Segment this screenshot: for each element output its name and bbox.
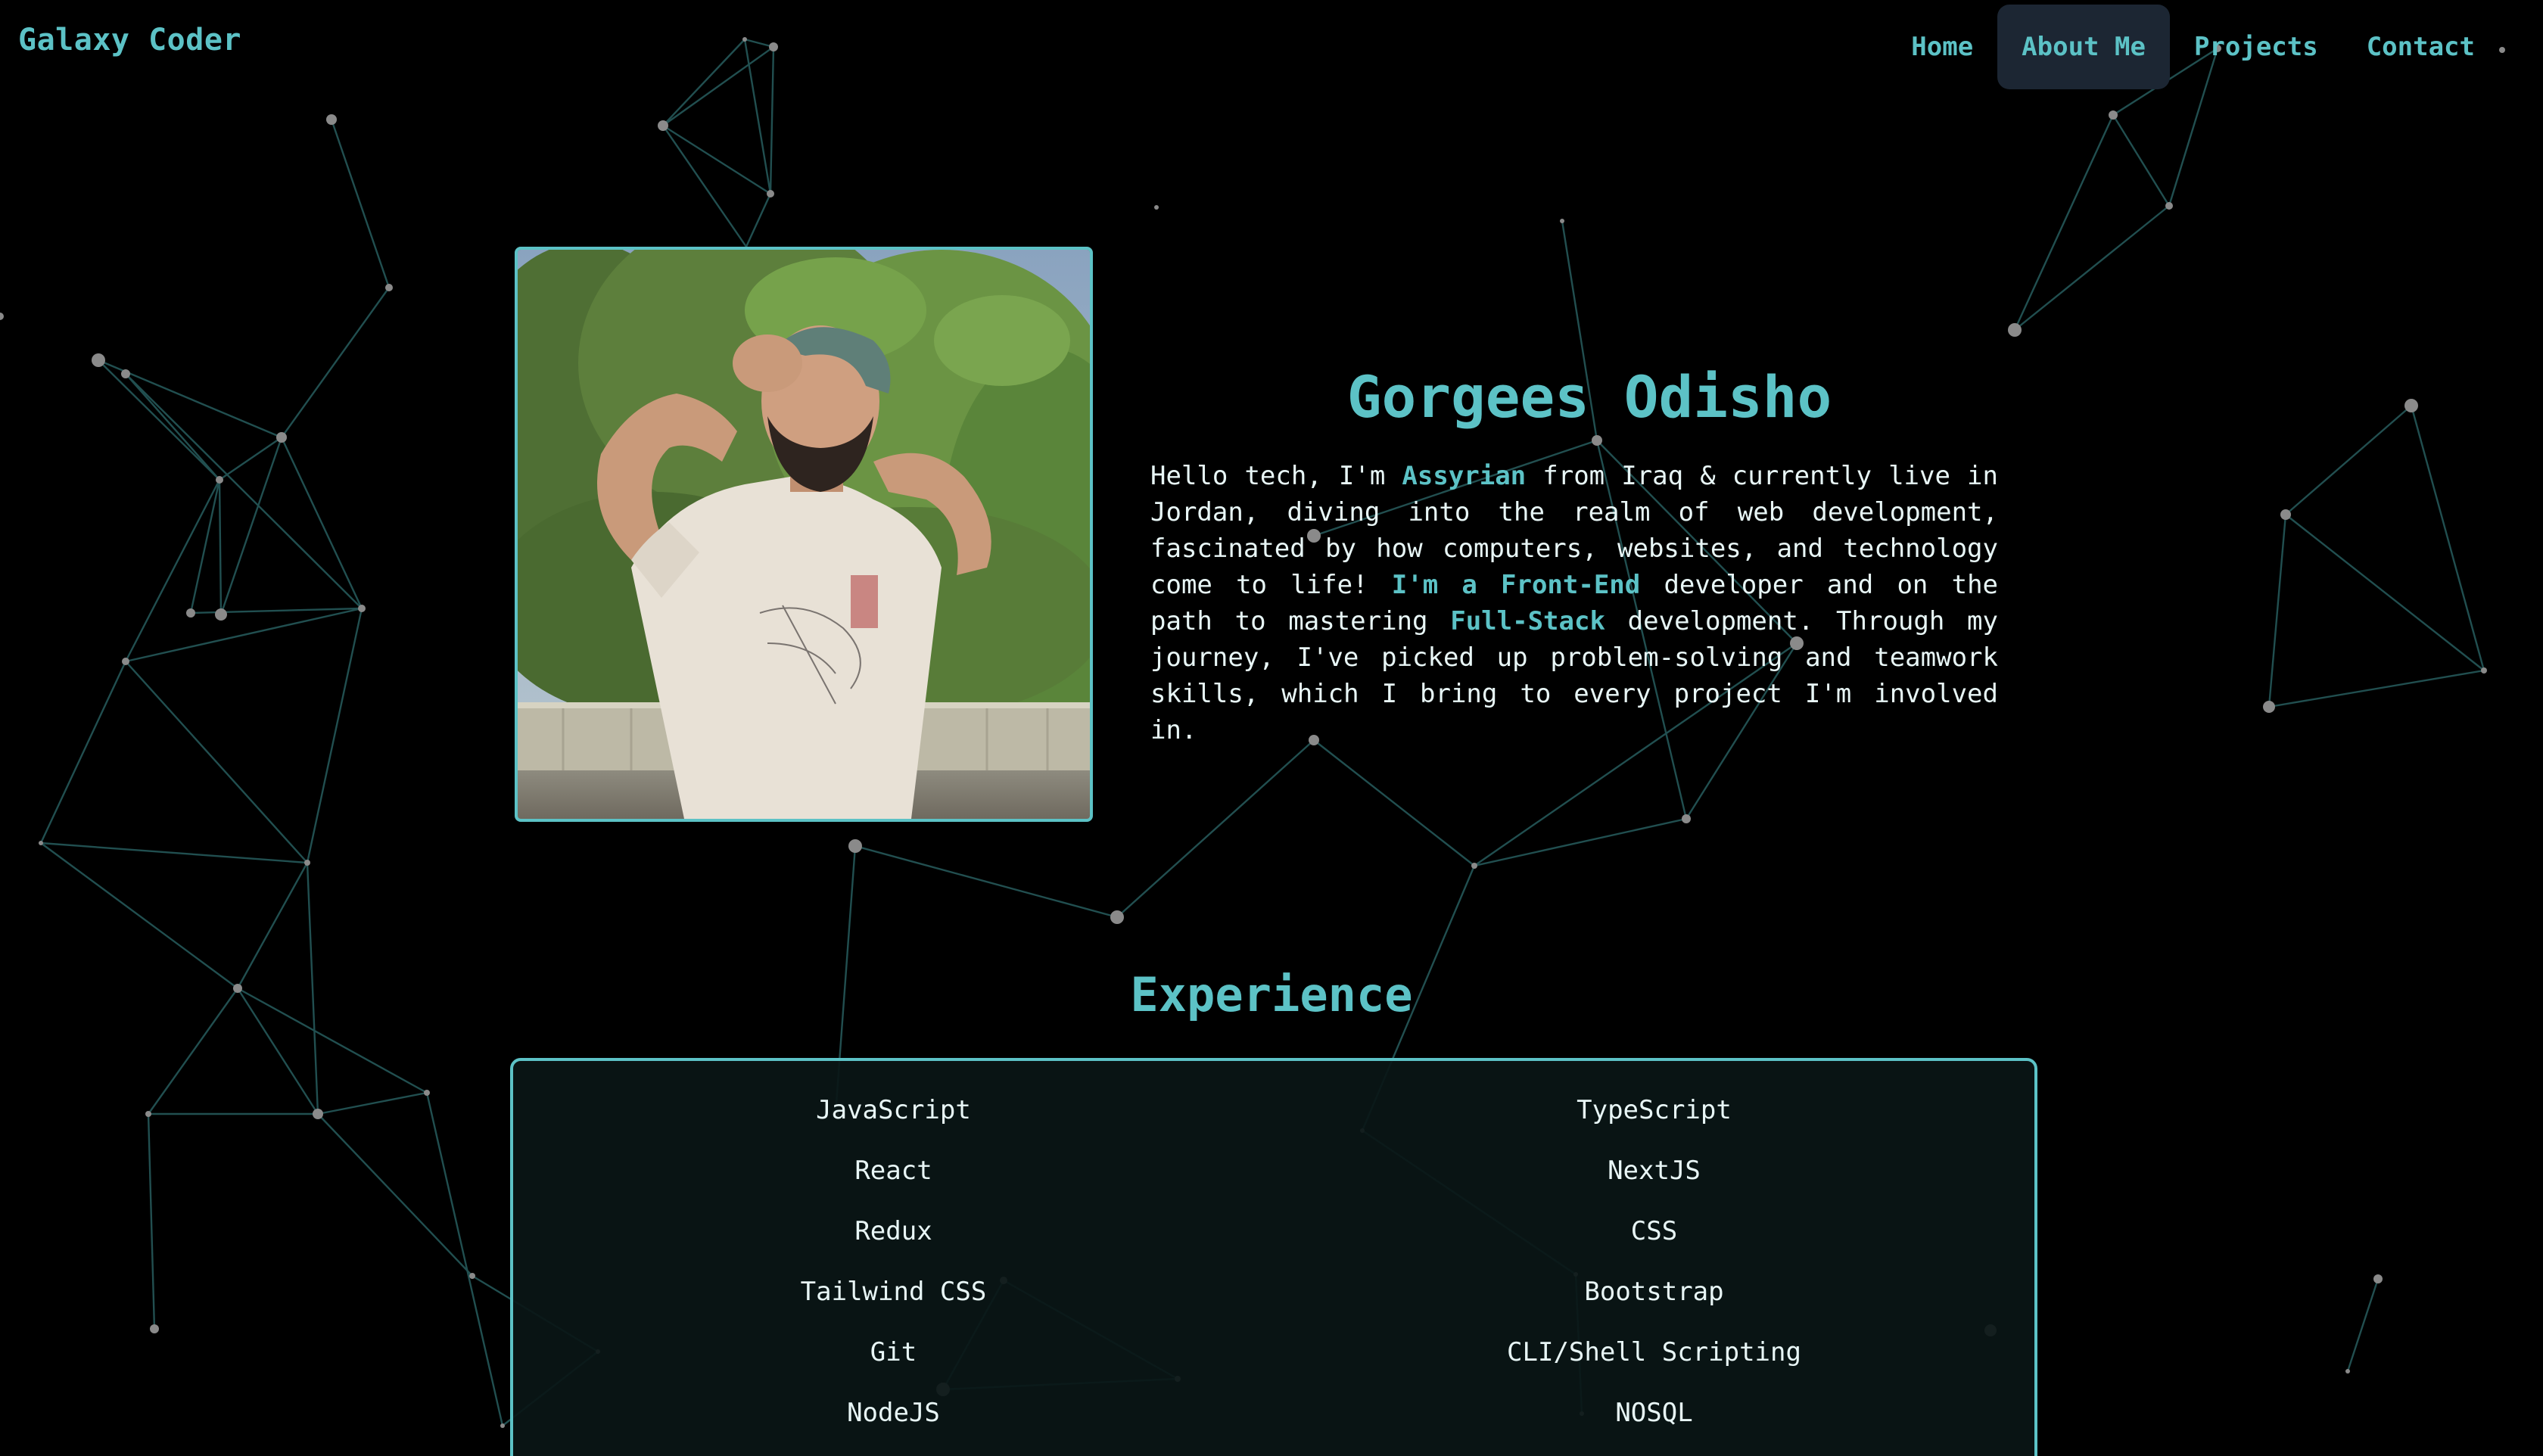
brand-logo[interactable]: Galaxy Coder [18, 23, 241, 58]
bio-paragraph: Hello tech, I'm Assyrian from Iraq & cur… [1150, 458, 1998, 748]
skill-item: NOSQL [1615, 1398, 1693, 1428]
nav-about-link[interactable]: About Me [1997, 5, 2170, 89]
nav-contact-link[interactable]: Contact [2342, 5, 2499, 89]
skill-item: Git [870, 1337, 917, 1367]
profile-photo-image [518, 250, 1090, 819]
skills-grid: JavaScript TypeScript React NextJS Redux… [513, 1090, 2034, 1453]
bio-highlight-fullstack: Full-Stack [1450, 606, 1605, 636]
profile-name: Gorgees Odisho [1346, 363, 1832, 431]
experience-heading: Experience [1130, 967, 1413, 1022]
page: Galaxy Coder Home About Me Projects Cont… [0, 0, 2543, 1456]
skill-item: NodeJS [847, 1398, 940, 1428]
nav-projects-link[interactable]: Projects [2170, 5, 2342, 89]
skill-item: Redux [854, 1216, 932, 1246]
bio-text: Hello tech, I'm [1150, 461, 1402, 491]
skill-item: JavaScript [816, 1095, 971, 1125]
nav-home-link[interactable]: Home [1887, 5, 1997, 89]
bio-highlight-assyrian: Assyrian [1402, 461, 1527, 491]
intro-section: Gorgees Odisho Hello tech, I'm Assyrian … [1150, 363, 1998, 748]
skill-item: TypeScript [1577, 1095, 1732, 1125]
experience-box: JavaScript TypeScript React NextJS Redux… [510, 1058, 2037, 1456]
nav-links: Home About Me Projects Contact [1887, 5, 2499, 89]
skill-item: CLI/Shell Scripting [1507, 1337, 1801, 1367]
profile-photo [515, 247, 1093, 822]
skill-item: CSS [1630, 1216, 1678, 1246]
skill-item: React [854, 1156, 932, 1186]
skill-item: Tailwind CSS [800, 1277, 987, 1307]
bio-highlight-frontend: I'm a Front-End [1391, 570, 1641, 600]
skill-item: Bootstrap [1584, 1277, 1724, 1307]
skill-item: NextJS [1608, 1156, 1701, 1186]
navbar: Galaxy Coder Home About Me Projects Cont… [0, 0, 2543, 91]
